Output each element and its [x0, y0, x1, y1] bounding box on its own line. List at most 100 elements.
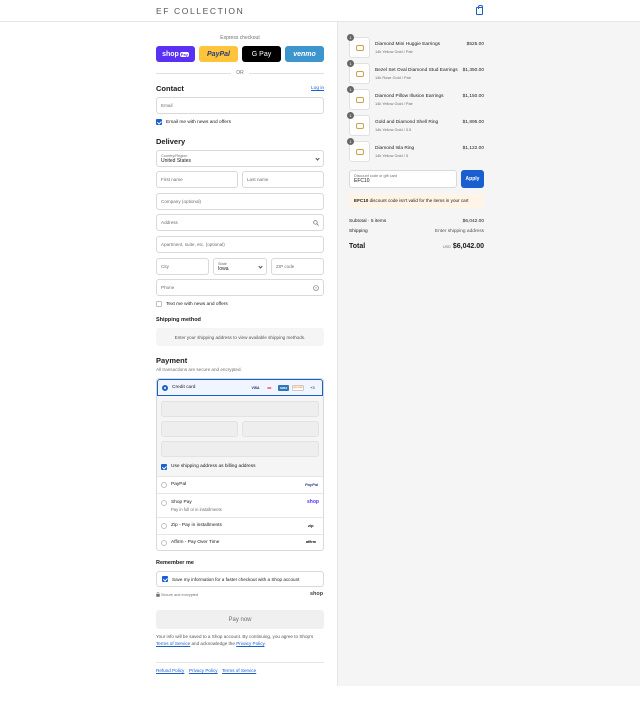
- phone-field[interactable]: Phone ?: [156, 279, 324, 296]
- contact-heading: Contact: [156, 84, 184, 93]
- paypal-radio[interactable]: [161, 482, 167, 488]
- quantity-badge: 1: [347, 86, 354, 93]
- product-thumbnail: 1: [347, 112, 370, 136]
- affirm-option[interactable]: Affirm - Pay Over Time affirm: [157, 534, 323, 551]
- shipping-message-text: Enter your shipping address to view avai…: [174, 334, 306, 340]
- store-logo[interactable]: EF COLLECTION: [156, 6, 244, 16]
- shop-pay-radio[interactable]: [161, 500, 167, 506]
- item-variant: 14k Yellow Gold / Pair: [375, 49, 413, 54]
- item-name: Diamond Mini Huggie Earrings: [375, 42, 441, 47]
- email-news-checkbox[interactable]: [156, 119, 162, 125]
- item-variant: 14k Yellow Gold / 3.5: [375, 127, 412, 132]
- item-name: Diamond Pillow Illusion Earrings: [375, 94, 444, 99]
- card-expiry-field[interactable]: [161, 421, 238, 437]
- state-select[interactable]: State Iowa: [213, 258, 267, 275]
- quantity-badge: 1: [347, 112, 354, 119]
- discount-value: EFC10: [354, 178, 370, 184]
- privacy-policy-link[interactable]: Privacy Policy: [189, 668, 218, 673]
- text-news-checkbox[interactable]: [156, 301, 162, 307]
- shop-pay-chip: Pay: [179, 51, 189, 57]
- privacy-link[interactable]: Privacy Policy: [236, 641, 264, 646]
- help-icon[interactable]: ?: [313, 285, 319, 291]
- paypal-option[interactable]: PayPal PayPal: [157, 476, 323, 493]
- last-name-placeholder: Last name: [247, 177, 269, 182]
- item-price: $1,150.00: [462, 94, 484, 99]
- venmo-button[interactable]: venmo: [285, 46, 324, 62]
- payment-methods: Credit card VISA MC AMEX DISCOVER +3 Use…: [156, 378, 324, 551]
- credit-card-label: Credit card: [172, 385, 196, 390]
- country-value: United States: [161, 157, 192, 164]
- shopping-bag-icon[interactable]: [476, 5, 483, 15]
- chevron-down-icon: [258, 264, 263, 269]
- item-name: Gold and Diamond Shell Ring: [375, 120, 439, 125]
- product-thumbnail: 1: [347, 86, 370, 110]
- pay-now-button[interactable]: Pay now: [156, 610, 324, 629]
- terms-of-service-link[interactable]: Terms of Service: [222, 668, 256, 673]
- earring-icon: [356, 45, 364, 51]
- item-variant: 14k Yellow Gold / Pair: [375, 101, 413, 106]
- country-select[interactable]: Country/Region United States: [156, 150, 324, 167]
- apartment-field[interactable]: Apartment, suite, etc. (optional): [156, 236, 324, 253]
- item-price: $1,122.00: [462, 146, 484, 151]
- credit-card-option[interactable]: Credit card VISA MC AMEX DISCOVER +3: [157, 379, 323, 396]
- item-price: $525.00: [466, 42, 484, 47]
- state-value: Iowa: [218, 265, 229, 272]
- paypal-text: PayPal: [207, 50, 230, 58]
- company-placeholder: Company (optional): [161, 199, 202, 204]
- affirm-option-label: Affirm - Pay Over Time: [171, 540, 220, 545]
- card-number-field[interactable]: [161, 401, 319, 417]
- last-name-field[interactable]: Last name: [242, 171, 324, 188]
- currency-code: USD: [442, 245, 451, 249]
- refund-policy-link[interactable]: Refund Policy: [156, 668, 184, 673]
- shop-pay-logo-icon: shop: [307, 499, 319, 505]
- paypal-option-label: PayPal: [171, 482, 187, 487]
- discount-code-field[interactable]: Discount code or gift card EFC10: [349, 170, 457, 188]
- billing-address-checkbox[interactable]: [161, 464, 167, 470]
- apply-button[interactable]: Apply: [461, 170, 484, 188]
- legal-text: Your info will be saved to a Shop accoun…: [156, 633, 324, 647]
- first-name-field[interactable]: First name: [156, 171, 238, 188]
- zip-option-label: Zip - Pay in installments: [171, 523, 222, 528]
- email-field[interactable]: Email: [156, 97, 324, 114]
- product-thumbnail: 1: [347, 34, 370, 58]
- shop-pay-button[interactable]: shop Pay: [156, 46, 195, 62]
- card-cvc-field[interactable]: [242, 421, 319, 437]
- express-checkout-label: Express checkout: [220, 35, 260, 41]
- discover-icon: DISCOVER: [292, 385, 304, 391]
- zip-radio[interactable]: [161, 523, 167, 529]
- legal-line: Your info will be saved to a Shop accoun…: [156, 634, 314, 639]
- error-code: EFC10: [354, 198, 369, 203]
- terms-link[interactable]: Terms of Service: [156, 641, 190, 646]
- paypal-button[interactable]: PayPal: [199, 46, 238, 62]
- quantity-badge: 1: [347, 34, 354, 41]
- shipping-method-message: Enter your shipping address to view avai…: [156, 328, 324, 346]
- total-amount: USD $6,042.00: [443, 243, 484, 250]
- text-news-label: Text me with news and offers: [166, 302, 228, 307]
- amex-icon: AMEX: [278, 385, 289, 391]
- login-link[interactable]: Log in: [311, 86, 324, 91]
- chevron-down-icon: [315, 156, 320, 161]
- zip-field[interactable]: ZIP code: [271, 258, 324, 275]
- save-info-label: Save my information for a faster checkou…: [172, 577, 300, 582]
- address-placeholder: Address: [161, 220, 178, 225]
- quantity-badge: 1: [347, 60, 354, 67]
- affirm-radio[interactable]: [161, 540, 167, 546]
- total-label: Total: [349, 243, 366, 250]
- billing-address-label: Use shipping address as billing address: [171, 464, 256, 469]
- affirm-logo-icon: affirm: [306, 540, 316, 544]
- card-name-field[interactable]: [161, 441, 319, 457]
- google-pay-button[interactable]: G Pay: [242, 46, 281, 62]
- earring-icon: [356, 97, 364, 103]
- company-field[interactable]: Company (optional): [156, 193, 324, 210]
- shop-pay-option[interactable]: Shop Pay Pay in full or in installments …: [157, 493, 323, 517]
- footer-divider: [156, 662, 324, 663]
- subtotal-value: $6,042.00: [462, 219, 484, 224]
- subtotal-label: Subtotal · 5 items: [349, 219, 387, 224]
- address-field[interactable]: Address: [156, 214, 324, 231]
- zip-option[interactable]: Zip - Pay in installments zip: [157, 517, 323, 534]
- save-info-checkbox[interactable]: [162, 576, 168, 582]
- shop-pay-option-label: Shop Pay: [171, 500, 192, 505]
- city-field[interactable]: City: [156, 258, 209, 275]
- credit-card-radio[interactable]: [162, 385, 168, 391]
- item-price: $1,895.00: [462, 120, 484, 125]
